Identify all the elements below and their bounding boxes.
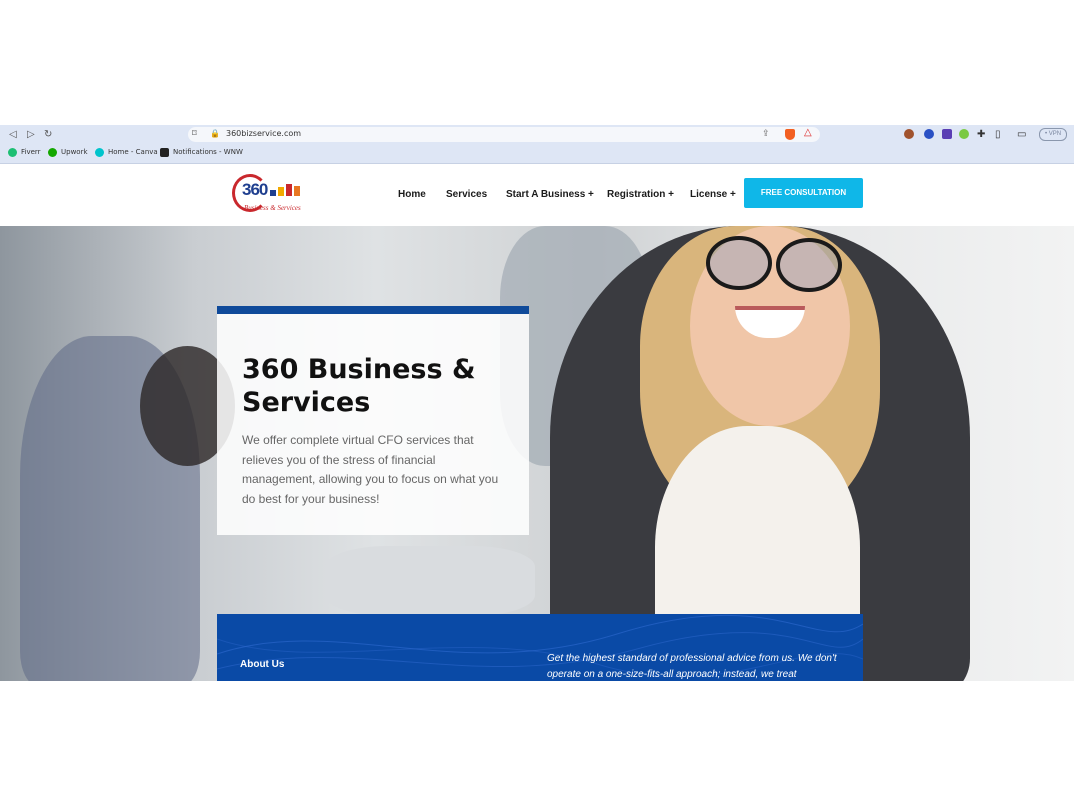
extension-icon[interactable] <box>959 129 969 139</box>
browser-window: ◁ ▷ ↻ ⌑ 🔒 360bizservice.com ⇪ △ ✚ ▯ ▭ • … <box>0 125 1074 681</box>
url-text[interactable]: 360bizservice.com <box>226 129 301 138</box>
hero-section: 360 Business & Services We offer complet… <box>0 226 1074 681</box>
bookmarks-bar: Fiverr Upwork Home - Canva Notifications… <box>0 145 1074 164</box>
hero-title: 360 Business & Services <box>242 354 476 418</box>
glasses-icon <box>706 236 772 290</box>
logo-bars-icon <box>270 184 302 196</box>
hero-card-accent-bar <box>217 306 529 314</box>
nav-license[interactable]: License + <box>690 189 736 200</box>
bookmark-canva[interactable]: Home - Canva <box>108 147 158 157</box>
logo-tagline: Business & Services <box>244 204 301 212</box>
lock-icon: 🔒 <box>210 129 220 138</box>
wallet-icon[interactable]: ▭ <box>1017 128 1026 142</box>
logo-number: 360 <box>242 180 268 199</box>
nav-home[interactable]: Home <box>398 189 426 200</box>
wnw-icon <box>160 148 169 157</box>
bookmark-upwork[interactable]: Upwork <box>61 147 88 157</box>
about-us-label: About Us <box>240 659 285 670</box>
vpn-button[interactable]: • VPN <box>1039 128 1067 141</box>
laptop-desk-shape <box>325 546 535 616</box>
extension-icon[interactable] <box>942 129 952 139</box>
sidebar-icon[interactable]: ▯ <box>995 128 1001 142</box>
hero-text: We offer complete virtual CFO services t… <box>242 433 499 506</box>
nav-services[interactable]: Services <box>446 189 487 200</box>
hero-card: 360 Business & Services We offer complet… <box>217 306 529 535</box>
about-quote: Get the highest standard of professional… <box>547 653 837 680</box>
about-band: About Us Get the highest standard of pro… <box>217 614 863 681</box>
forward-icon[interactable]: ▷ <box>27 128 35 142</box>
free-consultation-button[interactable]: FREE CONSULTATION <box>744 178 863 208</box>
nav-registration[interactable]: Registration + <box>607 189 674 200</box>
upwork-icon <box>48 148 57 157</box>
brave-shield-icon[interactable] <box>785 129 795 140</box>
logo[interactable]: 360 Business & Services <box>232 174 312 216</box>
extension-icon[interactable] <box>924 129 934 139</box>
back-icon[interactable]: ◁ <box>9 128 17 142</box>
bookmark-icon[interactable]: ⌑ <box>192 128 197 139</box>
fiverr-icon <box>8 148 17 157</box>
puzzle-icon[interactable]: ✚ <box>977 128 985 142</box>
nav-start-a-business[interactable]: Start A Business + <box>506 189 594 200</box>
share-icon[interactable]: ⇪ <box>762 128 770 139</box>
site-header: 360 Business & Services Home Services St… <box>0 164 1074 226</box>
bookmark-wnw[interactable]: Notifications - WNW <box>173 147 243 157</box>
extension-icon[interactable] <box>904 129 914 139</box>
bookmark-fiverr[interactable]: Fiverr <box>21 147 41 157</box>
address-bar[interactable]: ⌑ 🔒 360bizservice.com ⇪ △ <box>188 127 820 142</box>
reload-icon[interactable]: ↻ <box>44 128 52 142</box>
browser-toolbar: ◁ ▷ ↻ ⌑ 🔒 360bizservice.com ⇪ △ ✚ ▯ ▭ • … <box>0 125 1074 145</box>
glasses-icon <box>776 238 842 292</box>
canva-icon <box>95 148 104 157</box>
rewards-icon[interactable]: △ <box>804 127 812 138</box>
